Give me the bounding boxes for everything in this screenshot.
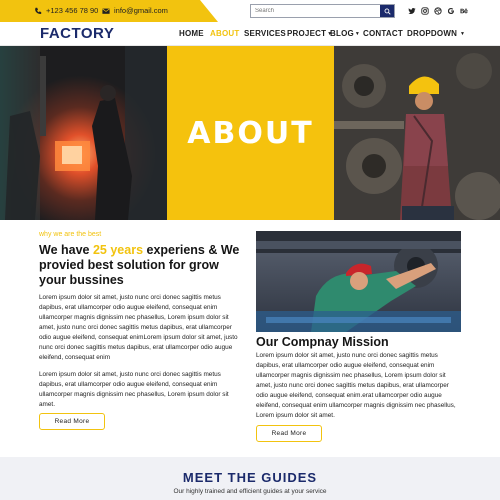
- nav-services[interactable]: SERVICES: [244, 29, 286, 38]
- headline-text: We have: [39, 243, 93, 257]
- instagram-icon: [421, 7, 429, 15]
- read-more-button[interactable]: Read More: [39, 413, 105, 430]
- guides-section: MEET THE GUIDES Our highly trained and e…: [0, 457, 500, 500]
- nav-label: DROPDOWN: [407, 29, 458, 38]
- google-icon: [447, 7, 454, 15]
- search-icon: [384, 8, 391, 15]
- section-kicker: why we are the best: [39, 231, 102, 238]
- hero-title-panel: ABOUT: [167, 46, 334, 220]
- headline-highlight: 25 years: [92, 243, 144, 257]
- email-contact[interactable]: info@gmail.com: [102, 6, 168, 15]
- phone-icon: [35, 7, 42, 14]
- nav-project[interactable]: PROJECT▼: [287, 29, 332, 38]
- search-input[interactable]: [251, 5, 380, 17]
- mission-paragraph: Lorem ipsum dolor sit amet, justo nunc o…: [256, 352, 456, 419]
- phone-number: +123 456 78 90: [46, 6, 99, 15]
- email-address: info@gmail.com: [114, 6, 168, 15]
- nav-blog[interactable]: BLOG▼: [330, 29, 360, 38]
- about-headline: We have 25 years experiens & We provied …: [39, 243, 249, 288]
- guides-title: MEET THE GUIDES: [182, 470, 318, 485]
- dribbble-link[interactable]: [432, 5, 444, 17]
- google-link[interactable]: [445, 5, 457, 17]
- nav-about[interactable]: ABOUT: [210, 29, 239, 38]
- twitter-icon: [408, 8, 416, 15]
- mission-title: Our Compnay Mission: [256, 335, 389, 349]
- mission-read-more-button[interactable]: Read More: [256, 425, 322, 442]
- about-paragraph-1: Lorem ipsum dolor sit amet, justo nunc o…: [39, 294, 238, 361]
- hero-image-engineer: [334, 46, 500, 220]
- search-button[interactable]: [380, 5, 394, 17]
- chevron-down-icon: ▼: [460, 31, 466, 37]
- behance-icon: [460, 8, 468, 14]
- nav-contact[interactable]: CONTACT: [363, 29, 403, 38]
- nav-label: ABOUT: [210, 29, 240, 38]
- nav-label: BLOG: [330, 29, 354, 38]
- hero-title: ABOUT: [187, 115, 314, 151]
- chevron-down-icon: ▼: [354, 31, 361, 37]
- about-paragraph-2: Lorem ipsum dolor sit amet, justo nunc o…: [39, 371, 229, 408]
- nav-label: SERVICES: [244, 29, 286, 38]
- nav-label: PROJECT: [287, 29, 327, 38]
- nav-dropdown[interactable]: DROPDOWN ▼: [407, 29, 465, 38]
- search-box: [250, 4, 395, 18]
- nav-label: CONTACT: [363, 29, 403, 38]
- behance-link[interactable]: [458, 5, 470, 17]
- mission-image-mechanic: [256, 231, 461, 332]
- guides-subtitle: Our highly trained and efficient guides …: [173, 488, 327, 495]
- site-logo[interactable]: FACTORY: [40, 25, 114, 42]
- hero-banner: ABOUT: [0, 46, 500, 220]
- nav-label: HOME: [179, 29, 204, 38]
- top-bar: +123 456 78 90 info@gmail.com: [0, 0, 500, 22]
- nav-home[interactable]: HOME: [179, 29, 204, 38]
- phone-contact[interactable]: +123 456 78 90: [34, 6, 98, 15]
- instagram-link[interactable]: [419, 5, 431, 17]
- main-navbar: FACTORY HOME ABOUT SERVICES PROJECT▼ BLO…: [0, 22, 500, 46]
- hero-image-forge-worker: [0, 46, 167, 220]
- dribbble-icon: [434, 7, 442, 15]
- twitter-link[interactable]: [406, 5, 418, 17]
- mail-icon: [102, 8, 110, 14]
